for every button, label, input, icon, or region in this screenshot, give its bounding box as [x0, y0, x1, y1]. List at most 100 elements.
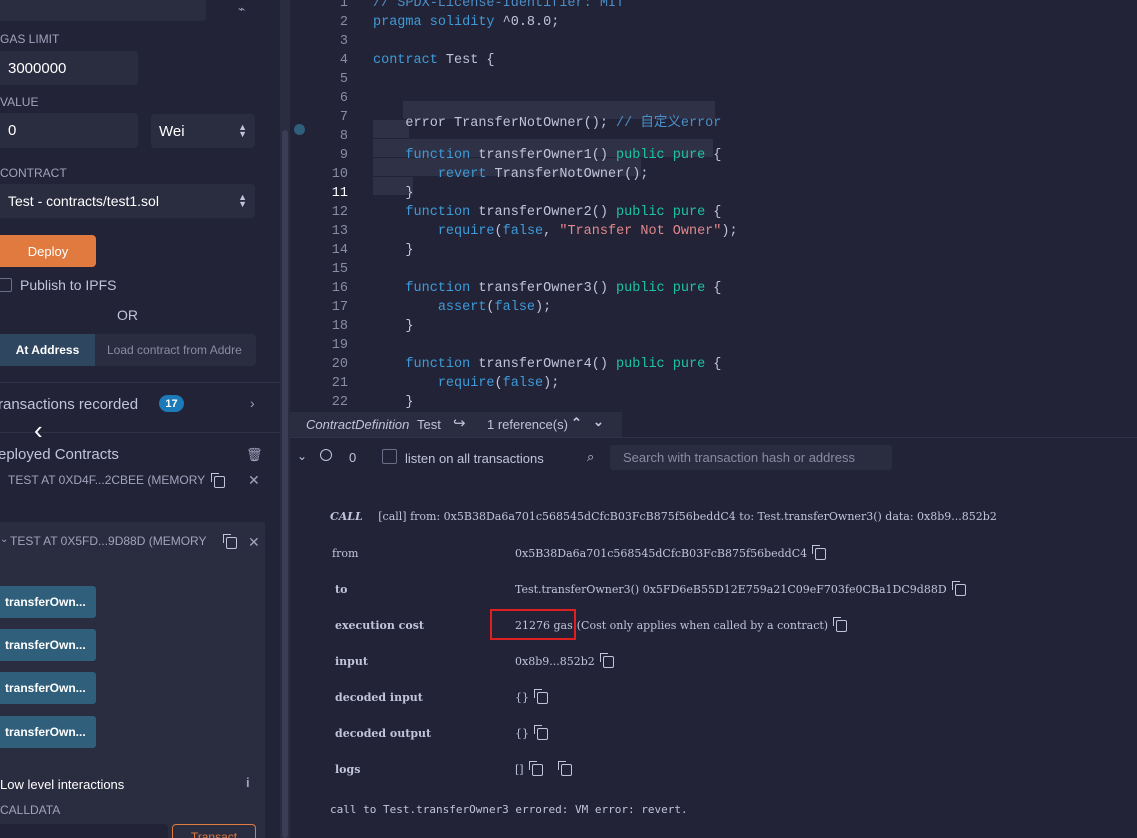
- function-button-4[interactable]: transferOwn...: [0, 716, 96, 748]
- trash-icon[interactable]: 🗑: [246, 447, 263, 463]
- clear-console-icon[interactable]: [320, 449, 332, 461]
- at-address-button[interactable]: At Address: [0, 334, 95, 366]
- tx-row-key: decoded output: [335, 727, 432, 740]
- value-unit-text: Wei: [159, 122, 185, 140]
- code-line[interactable]: // SPDX-License-Identifier: MIT: [373, 0, 624, 11]
- code-line[interactable]: pragma solidity ^0.8.0;: [373, 15, 559, 30]
- code-line[interactable]: contract Test {: [373, 53, 495, 68]
- code-line[interactable]: assert(false);: [373, 300, 551, 315]
- tx-row-note: (Cost only applies when called by a cont…: [576, 619, 829, 632]
- code-line[interactable]: function transferOwner2() public pure {: [373, 205, 721, 220]
- function-button-1[interactable]: transferOwn...: [0, 586, 96, 618]
- chevron-up-icon[interactable]: ⌃: [571, 415, 582, 431]
- code-line[interactable]: require(false);: [373, 376, 560, 391]
- terminal-output: CALL [call] from: 0x5B38Da6a701c568545dC…: [290, 477, 1137, 838]
- copy-icon[interactable]: [211, 473, 225, 488]
- line-number: 17: [331, 300, 348, 315]
- tx-header[interactable]: CALL [call] from: 0x5B38Da6a701c568545dC…: [330, 510, 997, 523]
- tx-row-value: Test.transferOwner3() 0x5FD6eB55D12E759a…: [515, 581, 966, 596]
- tx-row-value-text: 0x5B38Da6a701c568545dCfcB03FcB875f56bedd…: [515, 547, 808, 560]
- line-number: 2: [339, 15, 348, 30]
- tx-row-key: decoded input: [335, 691, 423, 704]
- load-address-input[interactable]: Load contract from Addre: [95, 334, 256, 366]
- code-line[interactable]: revert TransferNotOwner();: [373, 167, 649, 182]
- copy-icon[interactable]: [528, 761, 543, 776]
- goto-definition-icon[interactable]: ↪: [453, 414, 466, 432]
- contract-label: CONTRACT: [0, 166, 67, 180]
- code-line[interactable]: }: [373, 395, 413, 410]
- copy-icon[interactable]: [833, 617, 848, 632]
- code-line[interactable]: [373, 129, 405, 144]
- value-label: VALUE: [0, 95, 39, 109]
- line-number: 20: [331, 357, 348, 372]
- line-number: 7: [339, 110, 348, 125]
- line-number: 4: [339, 53, 348, 68]
- load-address-placeholder: Load contract from Addre: [107, 343, 242, 357]
- references-count: 1 reference(s): [487, 417, 568, 432]
- code-line[interactable]: function transferOwner4() public pure {: [373, 357, 721, 372]
- code-line[interactable]: }: [373, 243, 413, 258]
- tx-row-value: 0x5B38Da6a701c568545dCfcB03FcB875f56bedd…: [515, 545, 827, 560]
- copy-icon[interactable]: [534, 725, 548, 740]
- chevron-down-icon[interactable]: ⌄: [593, 414, 604, 430]
- copy-icon[interactable]: [223, 534, 237, 549]
- code-line[interactable]: }: [373, 319, 413, 334]
- select-arrows-icon: ▲ ▼: [238, 192, 247, 209]
- close-icon[interactable]: ✕: [248, 534, 260, 551]
- copy-icon[interactable]: [557, 761, 572, 776]
- deploy-button[interactable]: Deploy: [0, 235, 96, 267]
- gas-limit-label: GAS LIMIT: [0, 32, 60, 46]
- panel-scrollbar-thumb[interactable]: [282, 130, 288, 838]
- publish-ipfs-checkbox[interactable]: [0, 278, 12, 292]
- transact-label: Transact: [190, 830, 238, 838]
- instance-row-1[interactable]: TEST AT 0XD4F...2CBEE (MEMORY ✕: [0, 468, 265, 494]
- chevron-down-icon[interactable]: ⌄: [0, 534, 8, 545]
- code-line[interactable]: error TransferNotOwner(); // 自定义error: [373, 110, 721, 131]
- definition-name: Test: [417, 417, 441, 432]
- instance-title-2[interactable]: TEST AT 0X5FD...9D88D (MEMORY: [10, 534, 207, 548]
- code-line[interactable]: }: [373, 186, 413, 201]
- instance-title-1: TEST AT 0XD4F...2CBEE (MEMORY: [8, 473, 206, 487]
- or-label: OR: [117, 307, 138, 323]
- clear-icon[interactable]: ⌁: [238, 2, 245, 16]
- transactions-recorded-label[interactable]: ransactions recorded: [0, 396, 138, 413]
- chevron-left-icon[interactable]: ‹: [34, 415, 43, 446]
- listen-checkbox[interactable]: [382, 449, 397, 464]
- tx-row-value-text: {}: [515, 691, 529, 704]
- line-number: 1: [339, 0, 348, 11]
- copy-icon[interactable]: [534, 689, 548, 704]
- gas-limit-input[interactable]: 3000000: [0, 51, 138, 85]
- function-button-2[interactable]: transferOwn...: [0, 629, 96, 661]
- chevron-right-icon[interactable]: ›: [250, 395, 255, 411]
- line-number: 10: [331, 167, 348, 182]
- copy-icon[interactable]: [951, 581, 966, 596]
- code-line[interactable]: function transferOwner1() public pure {: [373, 148, 721, 163]
- collapse-terminal-icon[interactable]: ⌄: [297, 449, 307, 463]
- line-number: 14: [331, 243, 348, 258]
- info-icon[interactable]: i: [246, 775, 250, 790]
- value-input[interactable]: 0: [0, 113, 138, 148]
- transact-button[interactable]: Transact: [172, 824, 256, 838]
- contract-select-text: Test - contracts/test1.sol: [8, 193, 159, 209]
- instance-panel-2: ⌄ TEST AT 0X5FD...9D88D (MEMORY ✕ transf…: [0, 522, 265, 838]
- line-number: 5: [339, 72, 348, 87]
- close-icon[interactable]: ✕: [248, 472, 260, 489]
- function-button-3[interactable]: transferOwn...: [0, 672, 96, 704]
- value-unit-select[interactable]: Wei ▲ ▼: [151, 114, 255, 148]
- tx-row-value: []: [515, 761, 572, 776]
- copy-icon[interactable]: [812, 545, 827, 560]
- copy-icon[interactable]: [599, 653, 614, 668]
- line-number: 15: [331, 262, 348, 277]
- calldata-input[interactable]: [0, 824, 168, 838]
- top-collapsed-field[interactable]: [0, 0, 206, 21]
- code-editor[interactable]: 1 // SPDX-License-Identifier: MIT 2 pragma …: [290, 0, 1137, 412]
- search-transactions-input[interactable]: Search with transaction hash or address: [610, 445, 892, 470]
- reference-bar: ContractDefinition Test ↪ 1 reference(s)…: [290, 412, 622, 437]
- contract-select[interactable]: Test - contracts/test1.sol ▲ ▼: [0, 184, 255, 218]
- calldata-label: CALLDATA: [0, 803, 61, 817]
- terminal-toolbar: ⌄ 0 listen on all transactions ⌕ Search …: [290, 437, 1137, 478]
- code-line[interactable]: function transferOwner3() public pure {: [373, 281, 721, 296]
- deployed-contracts-label: eployed Contracts: [0, 446, 119, 463]
- definition-kind: ContractDefinition: [306, 417, 410, 432]
- code-line[interactable]: require(false, "Transfer Not Owner");: [373, 224, 738, 239]
